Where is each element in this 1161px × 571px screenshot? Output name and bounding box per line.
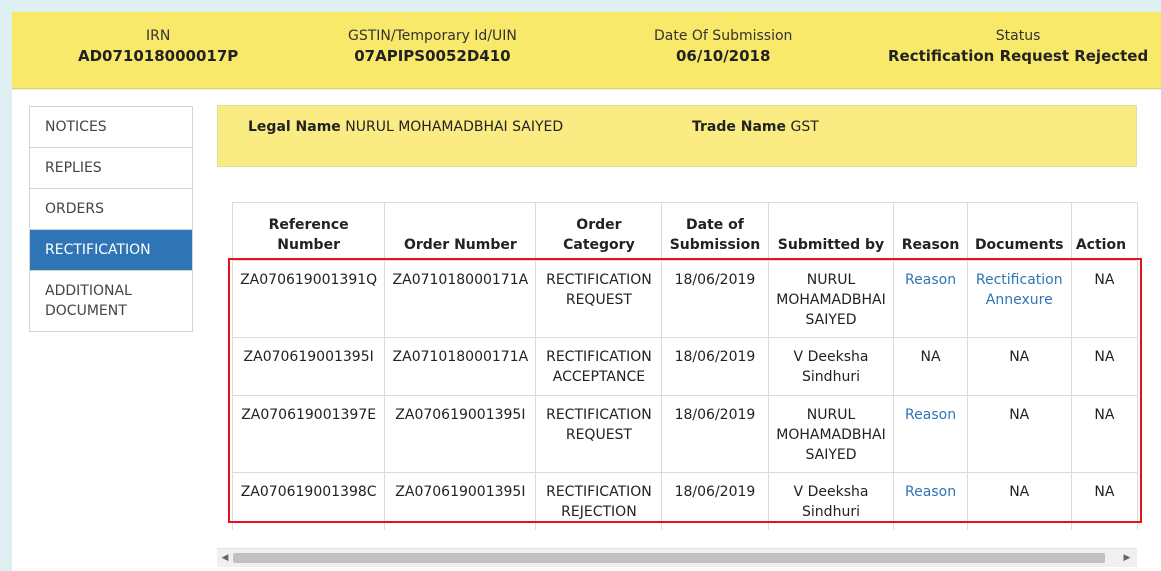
submission-date-value: 06/10/2018 bbox=[675, 47, 771, 65]
submission-date-block: Date Of Submission 06/10/2018 bbox=[654, 26, 792, 66]
legal-name-label: Legal Name bbox=[248, 119, 341, 135]
column-header-date-of-submission: Date of Submission bbox=[661, 202, 769, 261]
sidebar-item-label: ADDITIONAL DOCUMENT bbox=[45, 283, 132, 319]
action-cell: NA bbox=[1070, 337, 1138, 396]
submission-date-cell: 18/06/2019 bbox=[661, 395, 769, 473]
submission-date-label: Date Of Submission bbox=[654, 28, 793, 44]
scroll-left-arrow-icon[interactable]: ◀ bbox=[219, 552, 231, 564]
sidebar-item-label: RECTIFICATION bbox=[45, 242, 151, 258]
gstin-label: GSTIN/Temporary Id/UIN bbox=[348, 28, 517, 44]
table-row: ZA070619001397E ZA070619001395I RECTIFIC… bbox=[231, 395, 1138, 473]
gstin-block: GSTIN/Temporary Id/UIN 07APIPS0052D410 bbox=[348, 26, 517, 66]
sidebar-item-additional-document[interactable]: ADDITIONAL DOCUMENT bbox=[30, 271, 192, 332]
column-header-action: Action bbox=[1070, 202, 1138, 261]
table-row: ZA070619001391Q ZA071018000171A RECTIFIC… bbox=[231, 260, 1138, 338]
reference-number-cell: ZA070619001391Q bbox=[231, 260, 386, 338]
documents-cell: NA bbox=[966, 472, 1072, 530]
column-header-documents: Documents bbox=[966, 202, 1072, 261]
order-category-cell: RECTIFICATION REQUEST bbox=[535, 395, 663, 473]
submission-date-cell: 18/06/2019 bbox=[661, 260, 769, 338]
reason-link[interactable]: Reason bbox=[893, 395, 968, 473]
legal-name: Legal Name NURUL MOHAMADBHAI SAIYED bbox=[248, 119, 563, 135]
order-number-cell: ZA071018000171A bbox=[384, 260, 537, 338]
order-category-cell: RECTIFICATION ACCEPTANCE bbox=[535, 337, 663, 396]
documents-cell: NA bbox=[966, 337, 1072, 396]
column-header-order-number: Order Number bbox=[384, 202, 537, 261]
trade-name: Trade Name GST bbox=[692, 119, 819, 135]
submitted-by-cell: V Deeksha Sindhuri bbox=[767, 337, 895, 396]
taxpayer-names: Legal Name NURUL MOHAMADBHAI SAIYED Trad… bbox=[217, 105, 1137, 167]
scroll-right-arrow-icon[interactable]: ▶ bbox=[1121, 552, 1133, 564]
rectification-annexure-link[interactable]: Rectification Annexure bbox=[966, 260, 1072, 338]
submission-date-cell: 18/06/2019 bbox=[661, 337, 769, 396]
reason-link[interactable]: Reason bbox=[893, 260, 968, 338]
trade-name-label: Trade Name bbox=[692, 119, 787, 135]
sidebar-item-rectification[interactable]: RECTIFICATION bbox=[30, 230, 192, 271]
submitted-by-cell: NURUL MOHAMADBHAI SAIYED bbox=[767, 395, 895, 473]
order-category-cell: RECTIFICATION REQUEST bbox=[535, 260, 663, 338]
reason-cell: NA bbox=[893, 337, 968, 396]
irn-label: IRN bbox=[145, 28, 171, 44]
sidebar-item-label: NOTICES bbox=[45, 119, 107, 135]
reference-number-cell: ZA070619001398C bbox=[231, 472, 386, 530]
reference-number-cell: ZA070619001397E bbox=[231, 395, 386, 473]
sidebar-item-notices[interactable]: NOTICES bbox=[30, 107, 192, 148]
sidebar-item-replies[interactable]: REPLIES bbox=[30, 148, 192, 189]
column-header-order-category: Order Category bbox=[535, 202, 663, 261]
legal-name-value: NURUL MOHAMADBHAI SAIYED bbox=[345, 119, 564, 135]
reason-link[interactable]: Reason bbox=[893, 472, 968, 530]
status-block: Status Rectification Request Rejected bbox=[888, 26, 1148, 66]
case-header: IRN AD071018000017P GSTIN/Temporary Id/U… bbox=[12, 12, 1161, 89]
table-row: ZA070619001395I ZA071018000171A RECTIFIC… bbox=[231, 337, 1138, 396]
gstin-value: 07APIPS0052D410 bbox=[354, 47, 511, 65]
case-panel: NOTICES REPLIES ORDERS RECTIFICATION ADD… bbox=[12, 90, 1161, 571]
submitted-by-cell: V Deeksha Sindhuri bbox=[767, 472, 895, 530]
table-row: ZA070619001398C ZA070619001395I RECTIFIC… bbox=[231, 472, 1138, 530]
submission-date-cell: 18/06/2019 bbox=[661, 472, 769, 530]
order-category-cell: RECTIFICATION REJECTION bbox=[535, 472, 663, 530]
order-number-cell: ZA070619001395I bbox=[384, 395, 537, 473]
table-header-row: Reference Number Order Number Order Cate… bbox=[231, 202, 1138, 261]
column-header-submitted-by: Submitted by bbox=[767, 202, 895, 261]
rectification-table-viewport: Reference Number Order Number Order Cate… bbox=[217, 200, 1138, 530]
scrollbar-thumb[interactable] bbox=[233, 553, 1105, 563]
order-number-cell: ZA070619001395I bbox=[384, 472, 537, 530]
column-header-reference-number: Reference Number bbox=[231, 202, 386, 261]
column-header-reason: Reason bbox=[893, 202, 968, 261]
reference-number-cell: ZA070619001395I bbox=[231, 337, 386, 396]
documents-cell: NA bbox=[966, 395, 1072, 473]
rectification-table: Reference Number Order Number Order Cate… bbox=[231, 202, 1138, 530]
sidebar-item-label: REPLIES bbox=[45, 160, 102, 176]
case-sidebar: NOTICES REPLIES ORDERS RECTIFICATION ADD… bbox=[29, 106, 193, 332]
status-label: Status bbox=[995, 28, 1041, 44]
sidebar-item-label: ORDERS bbox=[45, 201, 104, 217]
sidebar-item-orders[interactable]: ORDERS bbox=[30, 189, 192, 230]
horizontal-scrollbar[interactable]: ◀ ▶ bbox=[217, 548, 1137, 567]
irn-block: IRN AD071018000017P bbox=[78, 26, 238, 66]
submitted-by-cell: NURUL MOHAMADBHAI SAIYED bbox=[767, 260, 895, 338]
action-cell: NA bbox=[1070, 260, 1138, 338]
order-number-cell: ZA071018000171A bbox=[384, 337, 537, 396]
action-cell: NA bbox=[1070, 472, 1138, 530]
irn-value: AD071018000017P bbox=[78, 47, 239, 65]
action-cell: NA bbox=[1070, 395, 1138, 473]
status-value: Rectification Request Rejected bbox=[888, 47, 1149, 65]
trade-name-value: GST bbox=[790, 119, 819, 135]
